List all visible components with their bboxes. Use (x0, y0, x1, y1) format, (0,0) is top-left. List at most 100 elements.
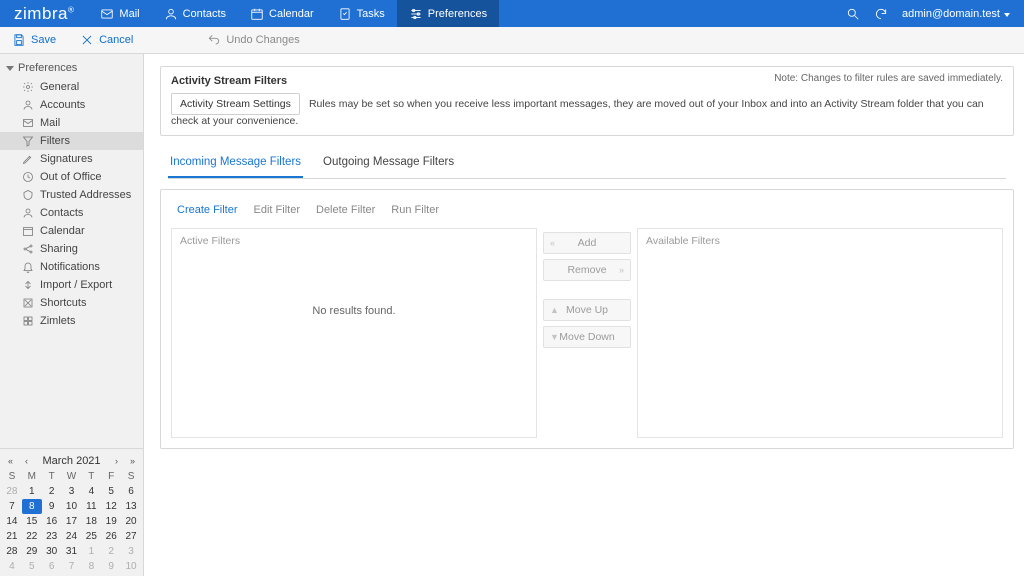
cal-day[interactable]: 1 (22, 484, 42, 499)
sidebar-item-signatures[interactable]: Signatures (0, 150, 143, 168)
cal-day[interactable]: 29 (22, 544, 42, 559)
cal-day[interactable]: 12 (101, 499, 121, 514)
cal-day[interactable]: 10 (62, 499, 82, 514)
topnav-calendar[interactable]: Calendar (238, 0, 326, 27)
refresh-icon[interactable] (874, 7, 888, 21)
save-immediately-note: Note: Changes to filter rules are saved … (774, 73, 1003, 84)
cal-day[interactable]: 4 (2, 559, 22, 574)
cal-day[interactable]: 6 (121, 484, 141, 499)
cal-day[interactable]: 5 (101, 484, 121, 499)
cal-day[interactable]: 19 (101, 514, 121, 529)
cal-day[interactable]: 9 (101, 559, 121, 574)
search-icon[interactable] (846, 7, 860, 21)
user-menu[interactable]: admin@domain.test (902, 8, 1010, 20)
cal-day[interactable]: 5 (22, 559, 42, 574)
tasks-icon (338, 7, 352, 21)
cal-day[interactable]: 8 (22, 499, 42, 514)
cal-day[interactable]: 23 (42, 529, 62, 544)
cal-day[interactable]: 4 (81, 484, 101, 499)
sharing-icon (22, 243, 34, 255)
move-up-button[interactable]: ▲Move Up (543, 299, 631, 321)
cal-day[interactable]: 27 (121, 529, 141, 544)
cal-day[interactable]: 30 (42, 544, 62, 559)
sidebar-item-trusted[interactable]: Trusted Addresses (0, 186, 143, 204)
remove-filter-button[interactable]: Remove» (543, 259, 631, 281)
cal-day[interactable]: 15 (22, 514, 42, 529)
sidebar-item-importexport[interactable]: Import / Export (0, 276, 143, 294)
sidebar-item-general[interactable]: General (0, 78, 143, 96)
cal-day[interactable]: 3 (121, 544, 141, 559)
sidebar-item-notifications[interactable]: Notifications (0, 258, 143, 276)
cal-day[interactable]: 25 (81, 529, 101, 544)
topnav-contacts[interactable]: Contacts (152, 0, 238, 27)
sidebar-item-sharing[interactable]: Sharing (0, 240, 143, 258)
cal-day[interactable]: 18 (81, 514, 101, 529)
cal-day[interactable]: 6 (42, 559, 62, 574)
move-down-button[interactable]: ▼Move Down (543, 326, 631, 348)
cal-day[interactable]: 31 (62, 544, 82, 559)
activity-stream-panel: Note: Changes to filter rules are saved … (160, 66, 1014, 136)
sidebar-item-outofoffice[interactable]: Out of Office (0, 168, 143, 186)
cal-prev-month-icon[interactable]: ‹ (20, 456, 32, 466)
available-filters-list[interactable]: Available Filters (637, 228, 1003, 438)
activity-stream-settings-button[interactable]: Activity Stream Settings (171, 93, 300, 115)
sidebar-item-accounts[interactable]: Accounts (0, 96, 143, 114)
topnav-tasks[interactable]: Tasks (326, 0, 397, 27)
run-filter-button[interactable]: Run Filter (391, 204, 439, 216)
cal-day[interactable]: 3 (62, 484, 82, 499)
cal-dow: S (2, 469, 22, 484)
cal-day[interactable]: 24 (62, 529, 82, 544)
edit-filter-button[interactable]: Edit Filter (254, 204, 300, 216)
save-button[interactable]: Save (0, 33, 68, 47)
tab-incoming-filters[interactable]: Incoming Message Filters (168, 148, 303, 178)
cal-day[interactable]: 22 (22, 529, 42, 544)
cal-day[interactable]: 2 (42, 484, 62, 499)
close-icon (80, 33, 94, 47)
sidebar-item-shortcuts[interactable]: Shortcuts (0, 294, 143, 312)
mail-icon (100, 7, 114, 21)
contacts-icon (164, 7, 178, 21)
cal-day[interactable]: 17 (62, 514, 82, 529)
chevron-down-icon (6, 66, 14, 71)
sidebar-item-mail[interactable]: Mail (0, 114, 143, 132)
sidebar-item-zimlets[interactable]: Zimlets (0, 312, 143, 330)
cal-day[interactable]: 16 (42, 514, 62, 529)
cal-next-year-icon[interactable]: » (127, 456, 139, 466)
cal-day[interactable]: 1 (81, 544, 101, 559)
cal-day[interactable]: 7 (2, 499, 22, 514)
cal-day[interactable]: 21 (2, 529, 22, 544)
sidebar-group-preferences[interactable]: Preferences (0, 58, 143, 78)
signatures-icon (22, 153, 34, 165)
cal-day[interactable]: 26 (101, 529, 121, 544)
top-bar: zimbra® MailContactsCalendarTasksPrefere… (0, 0, 1024, 27)
active-filters-empty: No results found. (172, 305, 536, 317)
sidebar: Preferences GeneralAccountsMailFiltersSi… (0, 54, 144, 576)
sidebar-item-contacts[interactable]: Contacts (0, 204, 143, 222)
add-filter-button[interactable]: «Add (543, 232, 631, 254)
topnav-preferences[interactable]: Preferences (397, 0, 499, 27)
cal-day[interactable]: 8 (81, 559, 101, 574)
create-filter-button[interactable]: Create Filter (177, 204, 238, 216)
cal-next-month-icon[interactable]: › (111, 456, 123, 466)
cancel-button[interactable]: Cancel (68, 33, 145, 47)
cal-day[interactable]: 13 (121, 499, 141, 514)
cal-day[interactable]: 10 (121, 559, 141, 574)
topnav-mail[interactable]: Mail (88, 0, 151, 27)
cal-day[interactable]: 9 (42, 499, 62, 514)
active-filters-list[interactable]: Active Filters No results found. (171, 228, 537, 438)
sidebar-item-calendar[interactable]: Calendar (0, 222, 143, 240)
filters-icon (22, 135, 34, 147)
undo-button[interactable]: Undo Changes (195, 33, 311, 47)
cal-prev-year-icon[interactable]: « (4, 456, 16, 466)
cal-day[interactable]: 7 (62, 559, 82, 574)
delete-filter-button[interactable]: Delete Filter (316, 204, 375, 216)
cal-day[interactable]: 28 (2, 484, 22, 499)
cal-day[interactable]: 28 (2, 544, 22, 559)
tab-outgoing-filters[interactable]: Outgoing Message Filters (321, 148, 456, 178)
sidebar-item-filters[interactable]: Filters (0, 132, 143, 150)
cal-dow: F (101, 469, 121, 484)
cal-day[interactable]: 20 (121, 514, 141, 529)
cal-day[interactable]: 14 (2, 514, 22, 529)
cal-day[interactable]: 2 (101, 544, 121, 559)
cal-day[interactable]: 11 (81, 499, 101, 514)
